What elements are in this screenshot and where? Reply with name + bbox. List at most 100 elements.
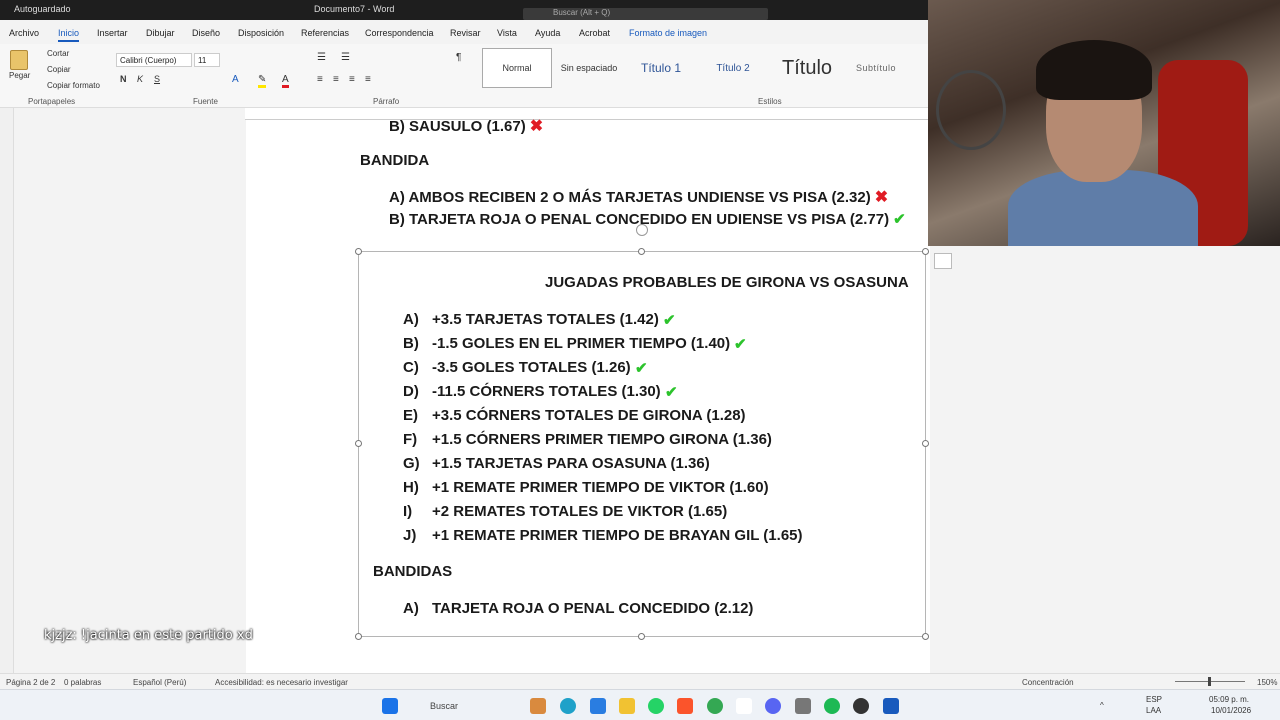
resize-handle[interactable] xyxy=(638,248,645,255)
tab-dibujar[interactable]: Dibujar xyxy=(146,28,175,38)
vertical-ruler[interactable] xyxy=(0,108,14,673)
text-effects-icon[interactable]: A xyxy=(232,74,239,85)
chrome-icon[interactable] xyxy=(707,698,723,714)
style-sin-espaciado[interactable]: Sin espaciado xyxy=(554,48,624,88)
autosave-label[interactable]: Autoguardado xyxy=(14,4,71,14)
clock-date[interactable]: 10/01/2026 xyxy=(1211,706,1251,715)
word-icon[interactable] xyxy=(883,698,899,714)
play-item: I) +2 REMATES TOTALES DE VIKTOR (1.65) xyxy=(403,503,727,520)
tab-inicio[interactable]: Inicio xyxy=(58,28,80,42)
bandida-item-text: A) AMBOS RECIBEN 2 O MÁS TARJETAS UNDIEN… xyxy=(389,189,871,206)
app-icon[interactable] xyxy=(590,698,606,714)
play-text: -11.5 CÓRNERS TOTALES (1.30) xyxy=(432,383,661,400)
lang-indicator-2[interactable]: LAA xyxy=(1146,706,1161,715)
resize-handle[interactable] xyxy=(638,633,645,640)
typora-icon[interactable] xyxy=(736,698,752,714)
style-subtitulo[interactable]: Subtítulo xyxy=(846,48,906,88)
paste-button[interactable]: Pegar xyxy=(9,71,30,80)
resize-handle[interactable] xyxy=(922,440,929,447)
workspace-area xyxy=(1038,246,1280,673)
clock-time[interactable]: 05:09 p. m. xyxy=(1209,695,1249,704)
style-titulo[interactable]: Título xyxy=(770,48,844,88)
lang-indicator[interactable]: ESP xyxy=(1146,695,1162,704)
word-count[interactable]: 0 palabras xyxy=(64,678,101,687)
windows-start-icon[interactable] xyxy=(382,698,398,714)
partial-line: B) SAUSULO (1.67) ✖ xyxy=(389,116,543,136)
play-text: +3.5 CÓRNERS TOTALES DE GIRONA (1.28) xyxy=(432,407,746,424)
tab-ayuda[interactable]: Ayuda xyxy=(535,28,560,38)
focus-mode[interactable]: Concentración xyxy=(1022,678,1074,687)
resize-handle[interactable] xyxy=(355,248,362,255)
resize-handle[interactable] xyxy=(355,633,362,640)
tab-formato-imagen[interactable]: Formato de imagen xyxy=(629,28,707,38)
check-icon: ✔ xyxy=(893,211,906,228)
tab-vista[interactable]: Vista xyxy=(497,28,517,38)
bandidas-item-a: A) TARJETA ROJA O PENAL CONCEDIDO (2.12) xyxy=(403,600,753,617)
language[interactable]: Español (Perú) xyxy=(133,678,186,687)
copy-button[interactable]: Copiar xyxy=(47,65,71,74)
status-bar: Página 2 de 2 0 palabras Español (Perú) … xyxy=(0,673,1280,689)
ribbon: Pegar Cortar Copiar Copiar formato Porta… xyxy=(0,44,930,108)
tab-referencias[interactable]: Referencias xyxy=(301,28,349,38)
cut-button[interactable]: Cortar xyxy=(47,49,69,58)
show-formatting-icon[interactable]: ¶ xyxy=(456,52,461,63)
hair xyxy=(1036,40,1152,100)
tab-archivo[interactable]: Archivo xyxy=(9,28,39,38)
tray-chevron-icon[interactable]: ^ xyxy=(1100,701,1104,710)
style-titulo-1[interactable]: Título 1 xyxy=(626,48,696,88)
zoom-level[interactable]: 150% xyxy=(1257,678,1277,687)
font-size-select[interactable]: 11 xyxy=(194,53,220,67)
style-normal[interactable]: Normal xyxy=(482,48,552,88)
check-icon: ✔ xyxy=(635,360,648,377)
tab-diseno[interactable]: Diseño xyxy=(192,28,220,38)
resize-handle[interactable] xyxy=(355,440,362,447)
play-item: G) +1.5 TARJETAS PARA OSASUNA (1.36) xyxy=(403,455,710,472)
accessibility[interactable]: Accesibilidad: es necesario investigar xyxy=(215,678,348,687)
play-text: +1.5 TARJETAS PARA OSASUNA (1.36) xyxy=(432,455,710,472)
bullets-icon[interactable]: ☰ xyxy=(317,52,326,63)
search-box[interactable]: Buscar (Alt + Q) xyxy=(523,8,768,20)
right-margin-area xyxy=(930,246,1038,673)
align-left-icon[interactable]: ≡ xyxy=(317,74,323,85)
bandidas-title: BANDIDAS xyxy=(373,563,453,580)
tab-correspondencia[interactable]: Correspondencia xyxy=(365,28,434,38)
rotate-handle[interactable] xyxy=(636,224,648,236)
obs-icon[interactable] xyxy=(853,698,869,714)
numbering-icon[interactable]: ☰ xyxy=(341,52,350,63)
edge-icon[interactable] xyxy=(560,698,576,714)
resize-handle[interactable] xyxy=(922,633,929,640)
layout-options-button[interactable] xyxy=(934,253,952,269)
paragraph-group-label: Párrafo xyxy=(373,97,400,106)
format-painter-button[interactable]: Copiar formato xyxy=(47,81,100,90)
play-item: H) +1 REMATE PRIMER TIEMPO DE VIKTOR (1.6… xyxy=(403,479,769,496)
resize-handle[interactable] xyxy=(922,248,929,255)
calculator-icon[interactable] xyxy=(795,698,811,714)
tab-disposicion[interactable]: Disposición xyxy=(238,28,284,38)
tab-acrobat[interactable]: Acrobat xyxy=(579,28,610,38)
justify-icon[interactable]: ≡ xyxy=(365,74,371,85)
tab-revisar[interactable]: Revisar xyxy=(450,28,481,38)
horizontal-ruler[interactable] xyxy=(245,108,930,120)
bold-button[interactable]: N xyxy=(120,74,127,84)
zoom-thumb[interactable] xyxy=(1208,677,1211,686)
highlight-icon[interactable]: ✎ xyxy=(258,74,267,88)
font-name-select[interactable]: Calibri (Cuerpo) xyxy=(116,53,192,67)
widget-icon[interactable] xyxy=(530,698,546,714)
brave-icon[interactable] xyxy=(677,698,693,714)
tab-insertar[interactable]: Insertar xyxy=(97,28,128,38)
style-titulo-2[interactable]: Título 2 xyxy=(698,48,768,88)
taskbar-search[interactable]: Buscar xyxy=(404,696,544,716)
align-center-icon[interactable]: ≡ xyxy=(333,74,339,85)
underline-button[interactable]: S xyxy=(154,74,160,84)
discord-icon[interactable] xyxy=(765,698,781,714)
play-letter: F) xyxy=(403,431,418,448)
paste-icon[interactable] xyxy=(10,50,28,70)
italic-button[interactable]: K xyxy=(137,74,143,84)
spotify-icon[interactable] xyxy=(824,698,840,714)
align-right-icon[interactable]: ≡ xyxy=(349,74,355,85)
whatsapp-icon[interactable] xyxy=(648,698,664,714)
page-count[interactable]: Página 2 de 2 xyxy=(6,678,55,687)
folder-icon[interactable] xyxy=(619,698,635,714)
play-letter: G) xyxy=(403,455,420,472)
font-color-icon[interactable]: A xyxy=(282,74,289,88)
